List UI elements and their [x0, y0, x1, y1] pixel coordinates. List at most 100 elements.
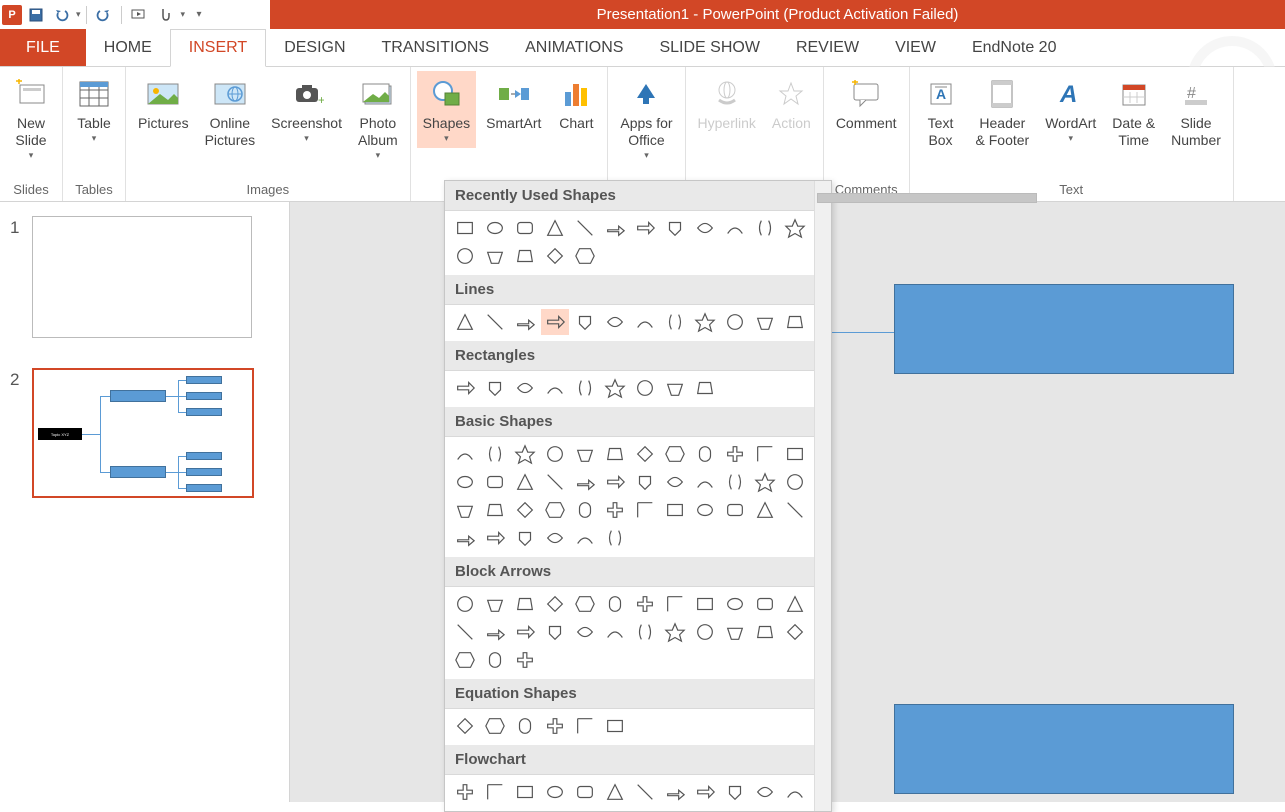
shape-option[interactable]: [511, 441, 539, 467]
shape-option[interactable]: [721, 441, 749, 467]
shape-option[interactable]: [571, 243, 599, 269]
shape-option[interactable]: [511, 243, 539, 269]
shape-option[interactable]: [511, 525, 539, 551]
shape-option[interactable]: [481, 647, 509, 673]
shape-option[interactable]: [511, 309, 539, 335]
shape-option[interactable]: [451, 243, 479, 269]
shape-option[interactable]: [661, 469, 689, 495]
slide-thumb-2[interactable]: Topic XYZ: [32, 368, 254, 498]
shape-option[interactable]: [601, 779, 629, 805]
shape-option[interactable]: [481, 441, 509, 467]
shape-option[interactable]: [601, 441, 629, 467]
shape-option[interactable]: [721, 469, 749, 495]
shape-option[interactable]: [541, 375, 569, 401]
shape-option[interactable]: [661, 497, 689, 523]
shape-option[interactable]: [511, 619, 539, 645]
shape-option[interactable]: [691, 215, 719, 241]
qat-touch-icon[interactable]: [153, 3, 177, 27]
shape-option[interactable]: [481, 713, 509, 739]
shape-option[interactable]: [691, 779, 719, 805]
shape-option[interactable]: [451, 647, 479, 673]
chart-button[interactable]: Chart: [551, 71, 601, 136]
qat-present-icon[interactable]: [127, 3, 151, 27]
shape-option[interactable]: [631, 309, 659, 335]
shape-option[interactable]: [691, 309, 719, 335]
shape-option[interactable]: [481, 309, 509, 335]
shape-option[interactable]: [751, 469, 779, 495]
shape-option[interactable]: [541, 591, 569, 617]
shape-option[interactable]: [751, 215, 779, 241]
hyperlink-button[interactable]: Hyperlink: [692, 71, 762, 136]
tab-endnote[interactable]: EndNote 20: [954, 29, 1075, 66]
shape-option[interactable]: [451, 469, 479, 495]
tab-view[interactable]: VIEW: [877, 29, 954, 66]
shape-option[interactable]: [541, 525, 569, 551]
shape-option[interactable]: [601, 309, 629, 335]
shape-option[interactable]: [451, 779, 479, 805]
shape-option[interactable]: [691, 469, 719, 495]
shape-option[interactable]: [691, 497, 719, 523]
shape-option[interactable]: [511, 647, 539, 673]
shape-option[interactable]: [571, 309, 599, 335]
shape-option[interactable]: [601, 469, 629, 495]
apps-button[interactable]: Apps for Office▾: [614, 71, 678, 165]
shape-option[interactable]: [721, 591, 749, 617]
shape-option[interactable]: [601, 591, 629, 617]
shape-option[interactable]: [601, 497, 629, 523]
shape-option[interactable]: [541, 243, 569, 269]
shape-option[interactable]: [781, 309, 809, 335]
shape-option[interactable]: [721, 215, 749, 241]
shape-option[interactable]: [631, 591, 659, 617]
shape-option[interactable]: [511, 497, 539, 523]
shape-option[interactable]: [631, 469, 659, 495]
shape-option[interactable]: [781, 779, 809, 805]
shape-option[interactable]: [661, 375, 689, 401]
canvas-shape-1[interactable]: [894, 284, 1234, 374]
tab-home[interactable]: HOME: [86, 29, 170, 66]
shapes-button[interactable]: Shapes▾: [417, 71, 476, 148]
shape-option[interactable]: [751, 591, 779, 617]
shape-option[interactable]: [691, 441, 719, 467]
shape-option[interactable]: [481, 243, 509, 269]
shape-option[interactable]: [751, 309, 779, 335]
photo-album-button[interactable]: Photo Album▾: [352, 71, 404, 165]
shape-option[interactable]: [721, 619, 749, 645]
shape-option[interactable]: [571, 375, 599, 401]
shape-option[interactable]: [541, 779, 569, 805]
comment-button[interactable]: Comment: [830, 71, 903, 136]
shape-option[interactable]: [481, 591, 509, 617]
shape-option[interactable]: [661, 215, 689, 241]
wordart-button[interactable]: A WordArt▾: [1039, 71, 1102, 148]
shape-option[interactable]: [481, 525, 509, 551]
shape-option[interactable]: [541, 497, 569, 523]
shape-option[interactable]: [451, 215, 479, 241]
shape-option[interactable]: [781, 619, 809, 645]
shape-option[interactable]: [481, 375, 509, 401]
shape-option[interactable]: [781, 591, 809, 617]
shape-option[interactable]: [631, 619, 659, 645]
new-slide-button[interactable]: New Slide▾: [6, 71, 56, 165]
slidenumber-button[interactable]: # Slide Number: [1165, 71, 1227, 153]
shape-option[interactable]: [541, 619, 569, 645]
tab-design[interactable]: DESIGN: [266, 29, 363, 66]
shape-option[interactable]: [571, 591, 599, 617]
qat-redo-icon[interactable]: [92, 3, 116, 27]
shape-option[interactable]: [631, 779, 659, 805]
shape-option[interactable]: [571, 497, 599, 523]
shape-option[interactable]: [541, 309, 569, 335]
shape-option[interactable]: [661, 779, 689, 805]
screenshot-button[interactable]: + Screenshot▾: [265, 71, 348, 148]
shape-option[interactable]: [481, 469, 509, 495]
shape-option[interactable]: [451, 375, 479, 401]
shape-option[interactable]: [541, 469, 569, 495]
qat-save-icon[interactable]: [24, 3, 48, 27]
shape-option[interactable]: [751, 619, 779, 645]
shape-option[interactable]: [751, 497, 779, 523]
shape-option[interactable]: [571, 441, 599, 467]
smartart-button[interactable]: SmartArt: [480, 71, 547, 136]
shape-option[interactable]: [661, 591, 689, 617]
shape-option[interactable]: [451, 591, 479, 617]
shape-option[interactable]: [601, 713, 629, 739]
shape-option[interactable]: [781, 441, 809, 467]
online-pictures-button[interactable]: Online Pictures: [199, 71, 262, 153]
